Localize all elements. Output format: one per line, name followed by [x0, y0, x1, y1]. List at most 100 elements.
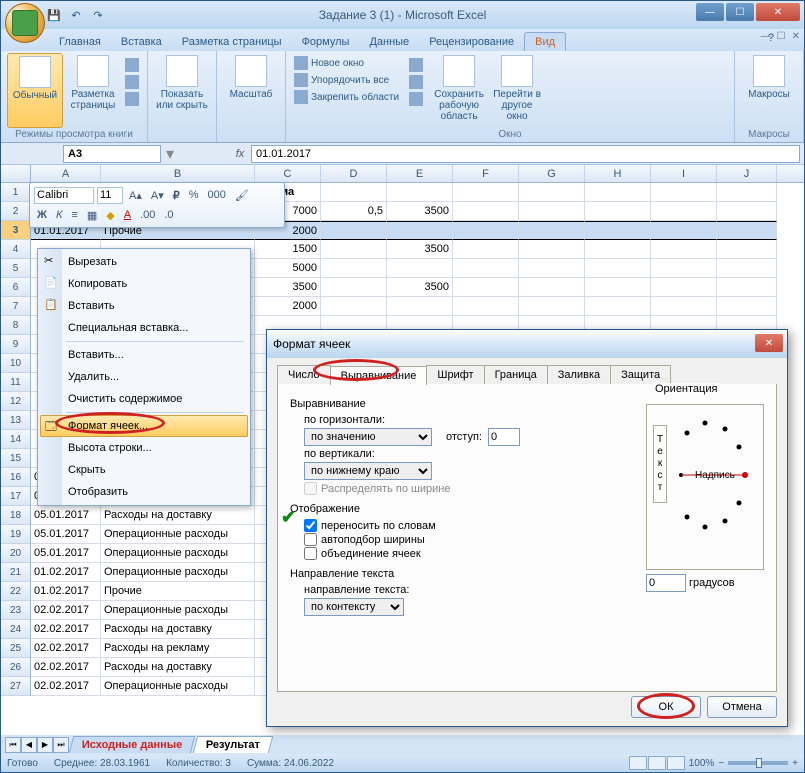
vertical-text-button[interactable]: Текст: [653, 425, 667, 503]
zoom-in-icon[interactable]: +: [792, 758, 798, 769]
view-custom-button[interactable]: [123, 74, 141, 90]
col-header[interactable]: H: [585, 165, 651, 182]
cell[interactable]: [651, 240, 717, 259]
tab-review[interactable]: Рецензирование: [419, 33, 524, 51]
cell[interactable]: [519, 240, 585, 259]
ok-button[interactable]: ОК: [631, 696, 701, 718]
cell[interactable]: 5000: [255, 259, 321, 278]
autofit-checkbox[interactable]: [304, 533, 317, 546]
increase-font-icon[interactable]: A▴: [126, 189, 145, 202]
cell[interactable]: [321, 259, 387, 278]
ctx-hide[interactable]: Скрыть: [40, 459, 248, 481]
cell[interactable]: [519, 221, 585, 240]
cell[interactable]: 05.01.2017: [31, 506, 101, 525]
cell[interactable]: [453, 183, 519, 202]
cell[interactable]: Расходы на доставку: [101, 620, 255, 639]
save-workspace-button[interactable]: Сохранить рабочую область: [431, 53, 487, 128]
tab-view[interactable]: Вид: [524, 32, 566, 51]
ctx-row-height[interactable]: Высота строки...: [40, 437, 248, 459]
cell[interactable]: [651, 221, 717, 240]
col-header[interactable]: G: [519, 165, 585, 182]
cell[interactable]: 01.02.2017: [31, 582, 101, 601]
degrees-spinner[interactable]: [646, 574, 686, 592]
cell[interactable]: [717, 183, 777, 202]
maximize-button[interactable]: ☐: [726, 3, 754, 21]
row-header[interactable]: 6: [1, 278, 31, 297]
cell[interactable]: Расходы на доставку: [101, 506, 255, 525]
cell[interactable]: [717, 221, 777, 240]
row-header[interactable]: 22: [1, 582, 31, 601]
cell[interactable]: [453, 297, 519, 316]
arrange-button[interactable]: Упорядочить все: [292, 72, 401, 88]
accounting-format-icon[interactable]: ₽: [170, 189, 183, 202]
row-header[interactable]: 25: [1, 639, 31, 658]
row-header[interactable]: 7: [1, 297, 31, 316]
row-header[interactable]: 26: [1, 658, 31, 677]
new-window-button[interactable]: Новое окно: [292, 55, 401, 71]
cell[interactable]: [519, 259, 585, 278]
orientation-control[interactable]: Текст Надпись: [646, 404, 764, 570]
row-header[interactable]: 20: [1, 544, 31, 563]
borders-icon[interactable]: ▦: [84, 209, 100, 222]
cell[interactable]: [585, 221, 651, 240]
tab-data[interactable]: Данные: [359, 33, 419, 51]
increase-decimal-icon[interactable]: .00: [137, 209, 158, 221]
cell[interactable]: [717, 240, 777, 259]
tab-number[interactable]: Число: [277, 365, 331, 384]
cell[interactable]: 02.02.2017: [31, 620, 101, 639]
row-header[interactable]: 12: [1, 392, 31, 411]
row-header[interactable]: 18: [1, 506, 31, 525]
col-header[interactable]: I: [651, 165, 717, 182]
mdi-minimize-icon[interactable]: —: [761, 31, 771, 42]
font-color-icon[interactable]: A: [121, 209, 134, 221]
zoom-out-icon[interactable]: −: [718, 758, 724, 769]
cell[interactable]: [519, 297, 585, 316]
switch-window-button[interactable]: Перейти в другое окно: [489, 53, 545, 128]
fx-icon[interactable]: fx: [231, 148, 249, 160]
cell[interactable]: [585, 202, 651, 221]
cell[interactable]: 02.02.2017: [31, 639, 101, 658]
tab-insert[interactable]: Вставка: [111, 33, 172, 51]
row-header[interactable]: 8: [1, 316, 31, 335]
redo-icon[interactable]: ↷: [89, 6, 107, 24]
row-header[interactable]: 27: [1, 677, 31, 696]
ctx-format-cells[interactable]: 🗔Формат ячеек...: [40, 415, 248, 437]
ctx-insert[interactable]: Вставить...: [40, 344, 248, 366]
view-pagebreak-icon[interactable]: [667, 756, 685, 770]
save-icon[interactable]: 💾: [45, 6, 63, 24]
cell[interactable]: [387, 297, 453, 316]
view-layout-button[interactable]: Разметка страницы: [65, 53, 121, 128]
tab-fill[interactable]: Заливка: [547, 365, 611, 384]
cell[interactable]: [321, 297, 387, 316]
cell[interactable]: 05.01.2017: [31, 544, 101, 563]
col-header[interactable]: A: [31, 165, 101, 182]
ctx-paste-special[interactable]: Специальная вставка...: [40, 317, 248, 339]
tab-border[interactable]: Граница: [484, 365, 548, 384]
comma-icon[interactable]: 000: [205, 189, 229, 201]
row-header[interactable]: 2: [1, 202, 31, 221]
cell[interactable]: [387, 259, 453, 278]
align-center-icon[interactable]: ≡: [68, 209, 80, 221]
namebox-dropdown-icon[interactable]: ▾: [163, 144, 177, 164]
col-header[interactable]: B: [101, 165, 255, 182]
cell[interactable]: [585, 240, 651, 259]
cell[interactable]: [519, 202, 585, 221]
decrease-font-icon[interactable]: A▾: [148, 189, 167, 202]
tab-formulas[interactable]: Формулы: [292, 33, 360, 51]
fill-color-icon[interactable]: ◆: [103, 209, 117, 222]
cell[interactable]: 0,5: [321, 202, 387, 221]
cell[interactable]: Прочие: [101, 582, 255, 601]
tab-nav-last-icon[interactable]: ⏭: [53, 737, 69, 753]
row-header[interactable]: 15: [1, 449, 31, 468]
bold-icon[interactable]: Ж: [34, 209, 50, 221]
cell[interactable]: Операционные расходы: [101, 544, 255, 563]
wrap-text-checkbox[interactable]: [304, 519, 317, 532]
cell[interactable]: [453, 278, 519, 297]
cell[interactable]: Операционные расходы: [101, 563, 255, 582]
name-box[interactable]: A3: [63, 145, 161, 163]
cell[interactable]: [585, 278, 651, 297]
row-header[interactable]: 21: [1, 563, 31, 582]
view-pagebreak-button[interactable]: [123, 57, 141, 73]
cell[interactable]: Операционные расходы: [101, 525, 255, 544]
cell[interactable]: [651, 259, 717, 278]
